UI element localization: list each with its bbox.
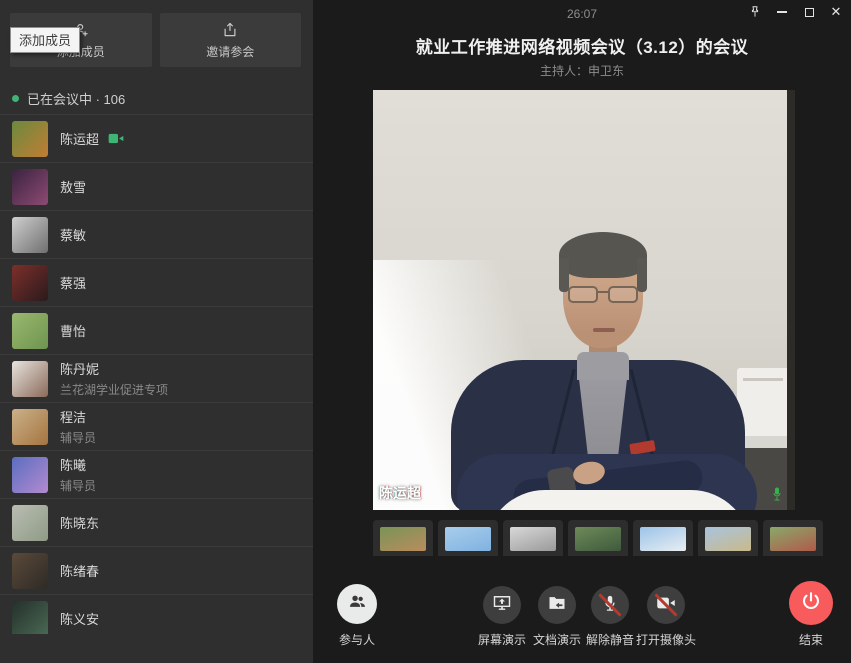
participant-row[interactable]: 陈丹妮 兰花湖学业促进专项 bbox=[0, 355, 313, 403]
participant-role: 兰花湖学业促进专项 bbox=[60, 381, 168, 398]
participant-name: 程洁 bbox=[60, 407, 86, 426]
invite-label: 邀请参会 bbox=[206, 43, 254, 60]
participant-name: 陈绪春 bbox=[60, 561, 99, 580]
window-controls: ✕ bbox=[746, 3, 845, 21]
video-thumbnail[interactable] bbox=[373, 520, 433, 556]
participant-list: 陈运超 敖雪 bbox=[0, 114, 313, 634]
crossed-arms bbox=[457, 454, 757, 510]
participant-name: 陈运超 bbox=[60, 129, 99, 148]
participant-avatar bbox=[12, 361, 48, 397]
video-thumbnail[interactable] bbox=[698, 520, 758, 556]
participants-button[interactable]: 参与人 bbox=[302, 584, 412, 648]
thumbnail-image bbox=[575, 527, 621, 551]
participant-row[interactable]: 陈曦 辅导员 bbox=[0, 451, 313, 499]
invite-button[interactable]: 邀请参会 bbox=[160, 13, 302, 67]
online-status-dot bbox=[12, 95, 19, 102]
video-thumbnail[interactable] bbox=[763, 520, 823, 556]
desk bbox=[485, 490, 751, 510]
maximize-icon bbox=[805, 8, 814, 17]
speaker-mic-on-icon bbox=[771, 486, 783, 502]
participant-avatar bbox=[12, 601, 48, 635]
end-meeting-label: 结束 bbox=[756, 631, 851, 648]
participants-label: 参与人 bbox=[302, 631, 412, 648]
maximize-button[interactable] bbox=[800, 3, 818, 21]
power-icon bbox=[800, 590, 822, 617]
participant-row[interactable]: 曹怡 bbox=[0, 307, 313, 355]
participant-avatar bbox=[12, 505, 48, 541]
thumbnail-image bbox=[705, 527, 751, 551]
lapel-badge bbox=[629, 440, 656, 455]
minimize-icon bbox=[777, 11, 787, 13]
speaker-glasses bbox=[567, 286, 639, 304]
sidebar-actions: 添加成员 邀请参会 添加成员 bbox=[0, 0, 313, 67]
tooltip: 添加成员 bbox=[10, 27, 80, 53]
pin-window-icon[interactable] bbox=[746, 3, 764, 21]
meeting-main: 26:07 ✕ 就业工作推进网络视频会议（3.12）的会议 主持人：申卫东 bbox=[313, 0, 851, 663]
thumbnail-image bbox=[640, 527, 686, 551]
video-thumbnail[interactable] bbox=[503, 520, 563, 556]
thumbnail-image bbox=[510, 527, 556, 551]
participant-name: 陈义安 bbox=[60, 609, 99, 628]
end-meeting-button[interactable]: 结束 bbox=[756, 581, 851, 648]
participant-name: 敖雪 bbox=[60, 177, 86, 196]
participant-row[interactable]: 陈晓东 bbox=[0, 499, 313, 547]
participant-avatar bbox=[12, 313, 48, 349]
participant-name: 陈曦 bbox=[60, 455, 86, 474]
video-thumbnail[interactable] bbox=[438, 520, 498, 556]
thumbnail-image bbox=[445, 527, 491, 551]
participant-avatar bbox=[12, 169, 48, 205]
camera-on-icon bbox=[108, 132, 124, 145]
meeting-status: 已在会议中 · 106 bbox=[0, 85, 313, 111]
participant-name: 蔡敏 bbox=[60, 225, 86, 244]
participant-row[interactable]: 陈义安 bbox=[0, 595, 313, 634]
participant-row[interactable]: 陈运超 bbox=[0, 115, 313, 163]
participant-name: 曹怡 bbox=[60, 321, 86, 340]
open-camera-button[interactable]: 打开摄像头 bbox=[611, 586, 721, 648]
participant-name: 陈丹妮 bbox=[60, 359, 99, 378]
participant-avatar bbox=[12, 265, 48, 301]
participant-avatar bbox=[12, 457, 48, 493]
meeting-toolbar: 参与人 屏幕演示 bbox=[313, 578, 851, 663]
participant-avatar bbox=[12, 217, 48, 253]
video-thumbnail[interactable] bbox=[568, 520, 628, 556]
in-meeting-count: 已在会议中 · 106 bbox=[27, 89, 125, 108]
participant-row[interactable]: 蔡强 bbox=[0, 259, 313, 307]
video-thumbnail[interactable] bbox=[633, 520, 693, 556]
speaker-name-label: 陈运超 bbox=[379, 483, 421, 503]
main-video[interactable]: 陈运超 bbox=[373, 90, 795, 510]
video-background bbox=[373, 260, 573, 510]
invite-share-icon bbox=[221, 21, 239, 39]
thumbnail-image bbox=[380, 527, 426, 551]
participant-avatar bbox=[12, 553, 48, 589]
open-camera-label: 打开摄像头 bbox=[611, 631, 721, 648]
participant-role: 辅导员 bbox=[60, 429, 96, 446]
participant-role: 辅导员 bbox=[60, 477, 96, 494]
participants-sidebar: 添加成员 邀请参会 添加成员 已在会议中 · 106 陈运超 bbox=[0, 0, 313, 663]
speaker-body bbox=[451, 360, 745, 510]
participant-name: 陈晓东 bbox=[60, 513, 99, 532]
close-button[interactable]: ✕ bbox=[827, 3, 845, 21]
meeting-host: 主持人：申卫东 bbox=[313, 62, 851, 79]
printer-in-background bbox=[737, 368, 789, 450]
thumbnail-image bbox=[770, 527, 816, 551]
participant-name: 蔡强 bbox=[60, 273, 86, 292]
close-icon: ✕ bbox=[831, 4, 842, 20]
participants-icon bbox=[347, 591, 368, 617]
participant-row[interactable]: 陈绪春 bbox=[0, 547, 313, 595]
participant-avatar bbox=[12, 409, 48, 445]
participant-row[interactable]: 程洁 辅导员 bbox=[0, 403, 313, 451]
participant-row[interactable]: 敖雪 bbox=[0, 163, 313, 211]
meeting-title: 就业工作推进网络视频会议（3.12）的会议 bbox=[313, 33, 851, 58]
participant-avatar bbox=[12, 121, 48, 157]
minimize-button[interactable] bbox=[773, 3, 791, 21]
video-filmstrip bbox=[373, 520, 823, 556]
participant-row[interactable]: 蔡敏 bbox=[0, 211, 313, 259]
speaker-face bbox=[563, 240, 643, 348]
